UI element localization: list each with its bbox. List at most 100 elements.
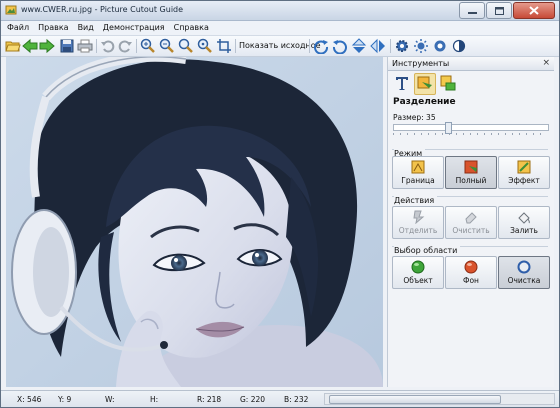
fill-label: Залить xyxy=(510,226,538,235)
status-h: H: xyxy=(150,395,159,404)
image-canvas[interactable] xyxy=(6,57,383,387)
open-button[interactable] xyxy=(5,38,21,54)
cutout-tool-tab[interactable] xyxy=(414,73,436,95)
zoom-out-icon xyxy=(159,38,174,53)
status-g: G: 220 xyxy=(240,395,266,404)
redo-button[interactable] xyxy=(117,38,133,54)
text-icon xyxy=(396,77,408,90)
undo-button[interactable] xyxy=(100,38,116,54)
size-label: Размер: 35 xyxy=(393,113,436,122)
separate-button[interactable]: Отделить xyxy=(392,206,444,239)
mode-border-label: Граница xyxy=(401,176,435,185)
toolbar-separator xyxy=(309,39,310,53)
app-window: www.CWER.ru.jpg - Picture Cutout Guide Ф… xyxy=(0,0,560,408)
effects-icon xyxy=(440,75,456,91)
close-button[interactable] xyxy=(513,2,555,19)
red-circle-icon xyxy=(464,260,478,274)
save-icon xyxy=(60,39,74,53)
title-bar: www.CWER.ru.jpg - Picture Cutout Guide xyxy=(1,1,559,21)
rotate-right-button[interactable] xyxy=(313,38,329,54)
flip-horizontal-icon xyxy=(370,38,385,54)
flip-vertical-button[interactable] xyxy=(351,38,367,54)
horizontal-scrollbar[interactable] xyxy=(324,393,555,405)
separate-icon xyxy=(413,210,425,224)
mode-border-button[interactable]: Граница xyxy=(392,156,444,189)
gear-icon xyxy=(396,40,408,52)
print-icon xyxy=(77,39,93,53)
flip-horizontal-button[interactable] xyxy=(370,38,386,54)
app-icon xyxy=(5,5,17,15)
scrollbar-thumb[interactable] xyxy=(329,395,501,404)
maximize-button[interactable] xyxy=(486,2,512,19)
open-folder-icon xyxy=(5,41,21,52)
color-button[interactable] xyxy=(432,38,448,54)
effects-tool-tab[interactable] xyxy=(438,73,458,93)
cleanup-button[interactable]: Очистка xyxy=(498,256,550,289)
settings-button[interactable] xyxy=(394,38,410,54)
maximize-icon xyxy=(494,6,504,15)
green-circle-icon xyxy=(411,260,425,274)
zoom-actual-button[interactable] xyxy=(197,38,213,54)
zoom-in-icon xyxy=(140,38,155,53)
clear-label: Очистить xyxy=(452,226,490,235)
panel-close-icon[interactable]: × xyxy=(542,58,550,68)
status-w: W: xyxy=(105,395,115,404)
area-group: Выбор области Объект Фон Очистка xyxy=(392,246,550,289)
arrow-right-icon xyxy=(39,38,55,54)
flip-vertical-icon xyxy=(351,38,367,53)
window-title: www.CWER.ru.jpg - Picture Cutout Guide xyxy=(21,5,184,14)
close-icon xyxy=(529,6,539,15)
rotate-left-icon xyxy=(333,40,347,54)
background-label: Фон xyxy=(463,276,479,285)
status-r: R: 218 xyxy=(197,395,222,404)
cutout-icon xyxy=(417,76,432,89)
brightness-button[interactable] xyxy=(413,38,429,54)
fill-button[interactable]: Залить xyxy=(498,206,550,239)
menu-demo[interactable]: Демонстрация xyxy=(97,21,168,32)
rotate-right-icon xyxy=(314,40,328,54)
mode-effect-label: Эффект xyxy=(508,176,540,185)
zoom-out-button[interactable] xyxy=(159,38,175,54)
contrast-button[interactable] xyxy=(451,38,467,54)
redo-icon xyxy=(118,40,132,53)
print-button[interactable] xyxy=(77,38,93,54)
text-tool-tab[interactable] xyxy=(392,73,412,93)
menu-edit[interactable]: Правка xyxy=(32,21,71,32)
zoom-actual-icon xyxy=(197,38,212,53)
crop-button[interactable] xyxy=(216,38,232,54)
size-slider[interactable] xyxy=(393,122,549,134)
zoom-in-button[interactable] xyxy=(140,38,156,54)
mode-full-button[interactable]: Полный xyxy=(445,156,497,189)
minimize-button[interactable] xyxy=(459,2,485,19)
status-x: X: 546 xyxy=(17,395,42,404)
forward-button[interactable] xyxy=(39,38,55,54)
full-icon xyxy=(464,160,478,174)
section-title: Разделение xyxy=(393,97,456,107)
rotate-left-button[interactable] xyxy=(332,38,348,54)
zoom-fit-icon xyxy=(178,38,193,53)
portrait-image xyxy=(6,57,383,387)
contrast-icon xyxy=(452,39,466,53)
actions-group: Действия Отделить Очистить Залить xyxy=(392,196,550,239)
cleanup-label: Очистка xyxy=(507,276,541,285)
object-label: Объект xyxy=(403,276,433,285)
zoom-fit-button[interactable] xyxy=(178,38,194,54)
panel-header: Инструменты × xyxy=(388,57,554,71)
menu-file[interactable]: Файл xyxy=(1,21,32,32)
back-button[interactable] xyxy=(22,38,38,54)
mode-effect-button[interactable]: Эффект xyxy=(498,156,550,189)
background-button[interactable]: Фон xyxy=(445,256,497,289)
slider-ticks xyxy=(393,133,547,135)
menu-bar: Файл Правка Вид Демонстрация Справка xyxy=(1,21,559,36)
eraser-icon xyxy=(465,212,477,224)
mode-full-label: Полный xyxy=(455,176,487,185)
save-button[interactable] xyxy=(59,38,75,54)
menu-help[interactable]: Справка xyxy=(168,21,212,32)
toolbar: Показать исходное xyxy=(1,36,559,57)
toolbar-separator xyxy=(235,39,236,53)
undo-icon xyxy=(101,40,115,53)
object-button[interactable]: Объект xyxy=(392,256,444,289)
clear-button[interactable]: Очистить xyxy=(445,206,497,239)
menu-view[interactable]: Вид xyxy=(72,21,97,32)
fill-icon xyxy=(518,212,530,224)
